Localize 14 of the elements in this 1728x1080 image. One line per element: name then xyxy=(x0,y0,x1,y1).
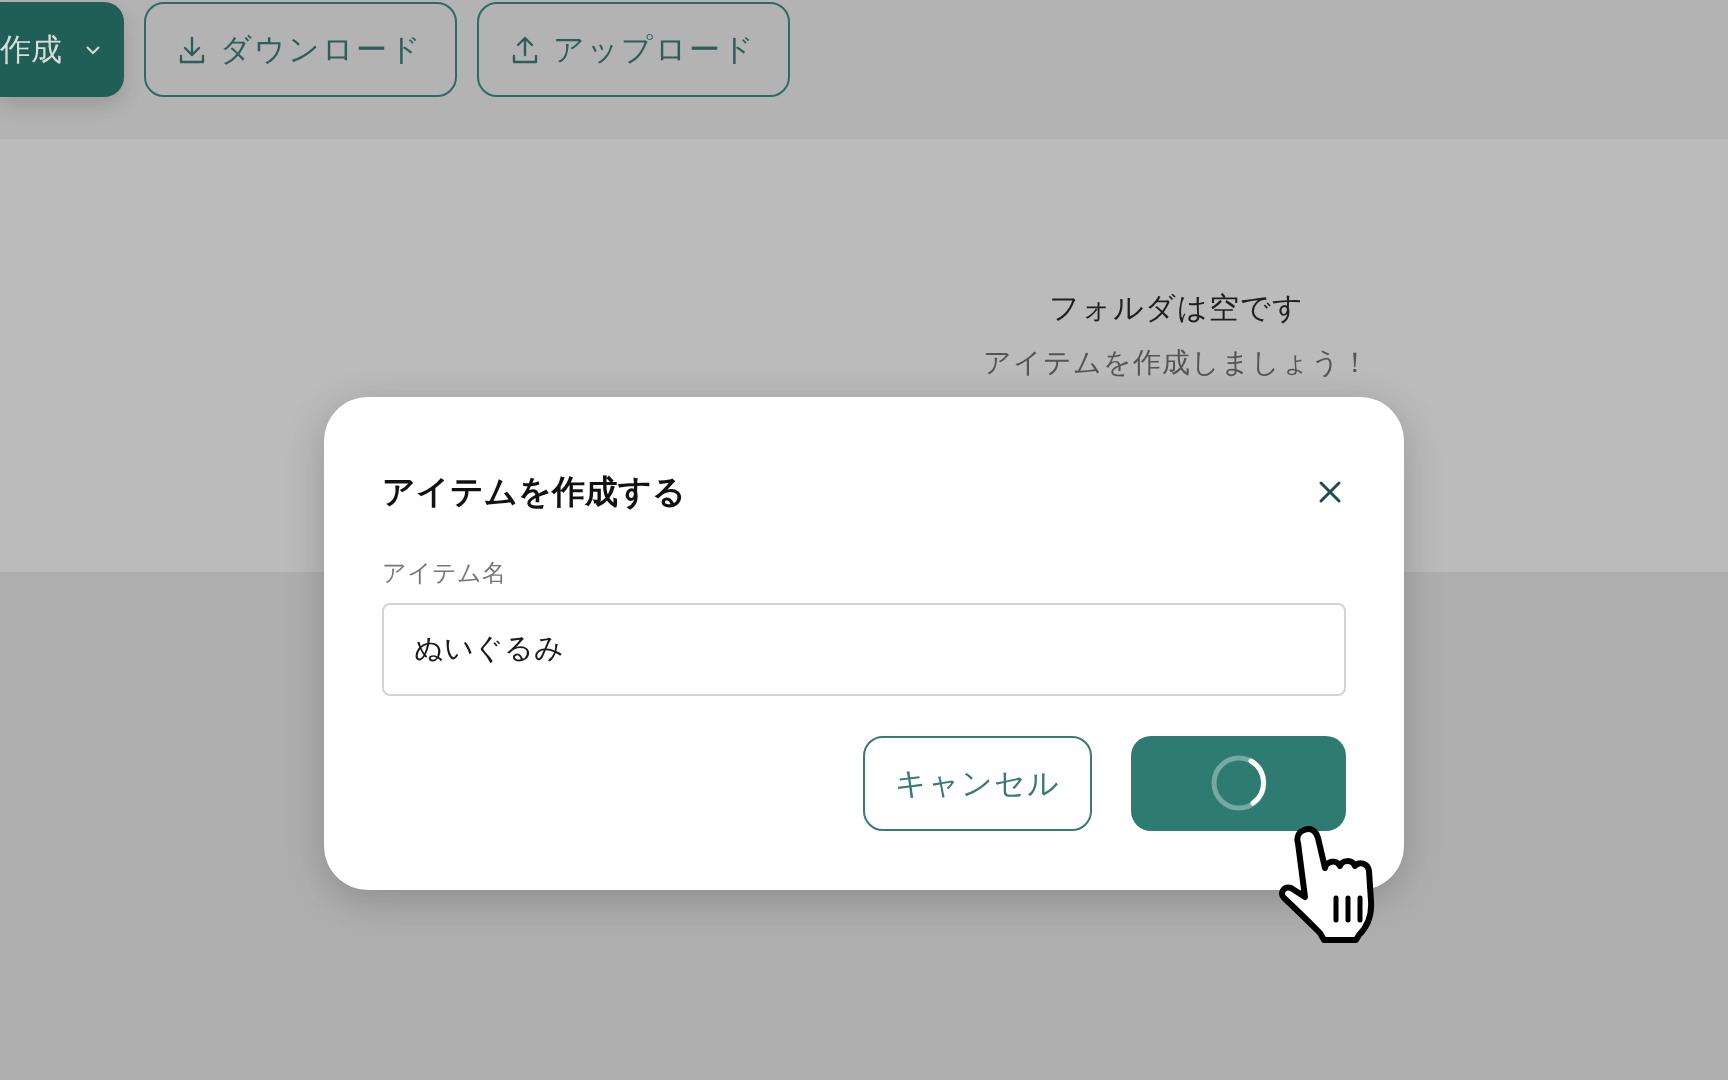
upload-button[interactable]: アップロード xyxy=(477,2,790,97)
download-icon xyxy=(178,34,206,65)
empty-folder-title: フォルダは空です xyxy=(1048,289,1304,327)
upload-icon xyxy=(511,34,539,65)
close-icon xyxy=(1318,479,1342,504)
item-name-input[interactable]: ぬいぐるみ xyxy=(382,602,1346,696)
cancel-button[interactable]: キャンセル xyxy=(863,735,1092,831)
field-label: アイテム名 xyxy=(382,557,507,589)
empty-folder-message: アイテムを作成しましょう！ xyxy=(982,345,1370,381)
dialog-title: アイテムを作成する xyxy=(382,471,686,513)
chevron-down-icon xyxy=(84,43,102,56)
create-button[interactable]: 作成 xyxy=(0,2,124,97)
download-button[interactable]: ダウンロード xyxy=(144,2,457,97)
submit-button[interactable] xyxy=(1131,735,1346,831)
